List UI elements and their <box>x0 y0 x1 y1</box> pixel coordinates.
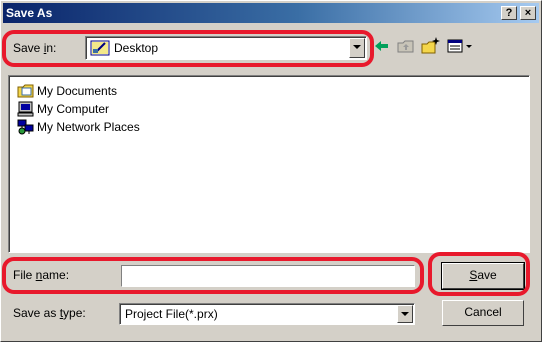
view-menu-icon[interactable] <box>445 35 475 57</box>
cancel-button[interactable]: Cancel <box>442 300 524 326</box>
back-icon[interactable] <box>371 35 393 57</box>
close-button[interactable]: × <box>520 6 536 20</box>
save-as-type-value: Project File(*.prx) <box>125 307 218 321</box>
save-in-value: Desktop <box>114 41 159 55</box>
help-button[interactable]: ? <box>501 6 517 20</box>
save-button[interactable]: Save <box>441 262 525 290</box>
list-item-my-computer[interactable]: My Computer <box>17 100 109 118</box>
save-as-type-dropdown[interactable]: Project File(*.prx) <box>119 303 415 325</box>
list-item-my-network-places[interactable]: My Network Places <box>17 118 140 136</box>
network-places-icon <box>17 119 34 135</box>
window-title: Save As <box>6 6 53 20</box>
desktop-icon <box>90 40 110 56</box>
save-as-dialog: Save As ? × Save in: Desktop My Document… <box>0 0 542 342</box>
chevron-down-icon[interactable] <box>397 305 413 323</box>
chevron-down-icon[interactable] <box>349 38 365 58</box>
file-name-input[interactable] <box>121 265 415 287</box>
file-list[interactable]: My Documents My Computer My Network Plac… <box>8 75 530 253</box>
up-folder-icon[interactable] <box>395 35 417 57</box>
save-in-label: Save in: <box>13 41 57 55</box>
save-in-dropdown[interactable]: Desktop <box>85 36 367 60</box>
new-folder-icon[interactable] <box>419 35 441 57</box>
file-name-label: File name: <box>13 268 70 282</box>
save-as-type-label: Save as type: <box>13 306 86 320</box>
close-icon: × <box>524 7 532 19</box>
title-bar[interactable]: Save As ? × <box>3 3 539 23</box>
my-computer-icon <box>17 101 34 117</box>
my-documents-icon <box>17 84 34 98</box>
list-item-my-documents[interactable]: My Documents <box>17 82 117 100</box>
